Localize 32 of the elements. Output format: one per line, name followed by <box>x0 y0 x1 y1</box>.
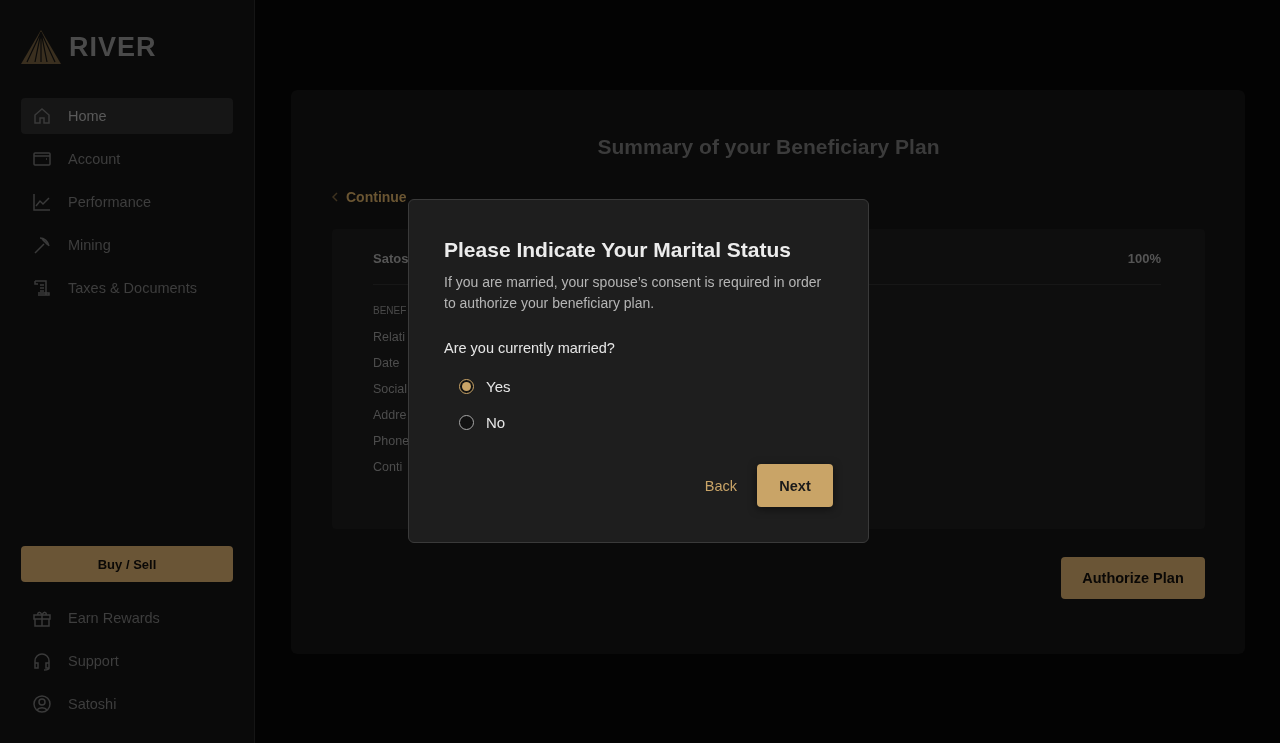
question-label: Are you currently married? <box>444 340 616 356</box>
back-button[interactable]: Back <box>704 477 737 494</box>
buy-sell-button[interactable]: Buy / Sell <box>21 546 233 582</box>
dialog-text: If you are married, your spouse’s consent is required in order to authorize your beneficiary plan. <box>444 273 823 313</box>
home-icon <box>32 106 52 126</box>
section-label: BENEF <box>373 305 407 316</box>
share-percent: 100% <box>1127 251 1161 266</box>
authorize-button[interactable]: Authorize Plan <box>1061 557 1205 599</box>
field-label: Relati <box>373 330 405 344</box>
chevron-left-icon <box>332 192 338 202</box>
field-label: Date <box>373 356 400 370</box>
scroll-icon <box>32 278 52 298</box>
user-icon <box>32 694 52 714</box>
radio-icon[interactable] <box>459 378 474 394</box>
field-label: Addre <box>373 408 407 422</box>
field-label: Social <box>373 382 408 396</box>
chart-icon <box>32 192 52 212</box>
pickaxe-icon <box>32 235 52 255</box>
next-button[interactable]: Next <box>757 464 833 507</box>
back-link[interactable]: Continue <box>332 189 1205 205</box>
field-label: Conti <box>373 460 403 474</box>
radio-icon[interactable] <box>459 414 474 430</box>
logo-icon <box>21 30 61 64</box>
wallet-icon <box>32 149 52 169</box>
radio-option[interactable]: No <box>444 404 833 440</box>
headset-icon <box>32 651 52 671</box>
field-label: Phone <box>373 434 410 448</box>
logo-text: RIVER <box>69 31 157 63</box>
beneficiary-name: Satos <box>373 251 409 266</box>
radio-option[interactable]: Yes <box>444 368 833 404</box>
dialog-title: Please Indicate Your Marital Status <box>444 238 792 262</box>
nav-item[interactable]: Home <box>21 98 233 134</box>
